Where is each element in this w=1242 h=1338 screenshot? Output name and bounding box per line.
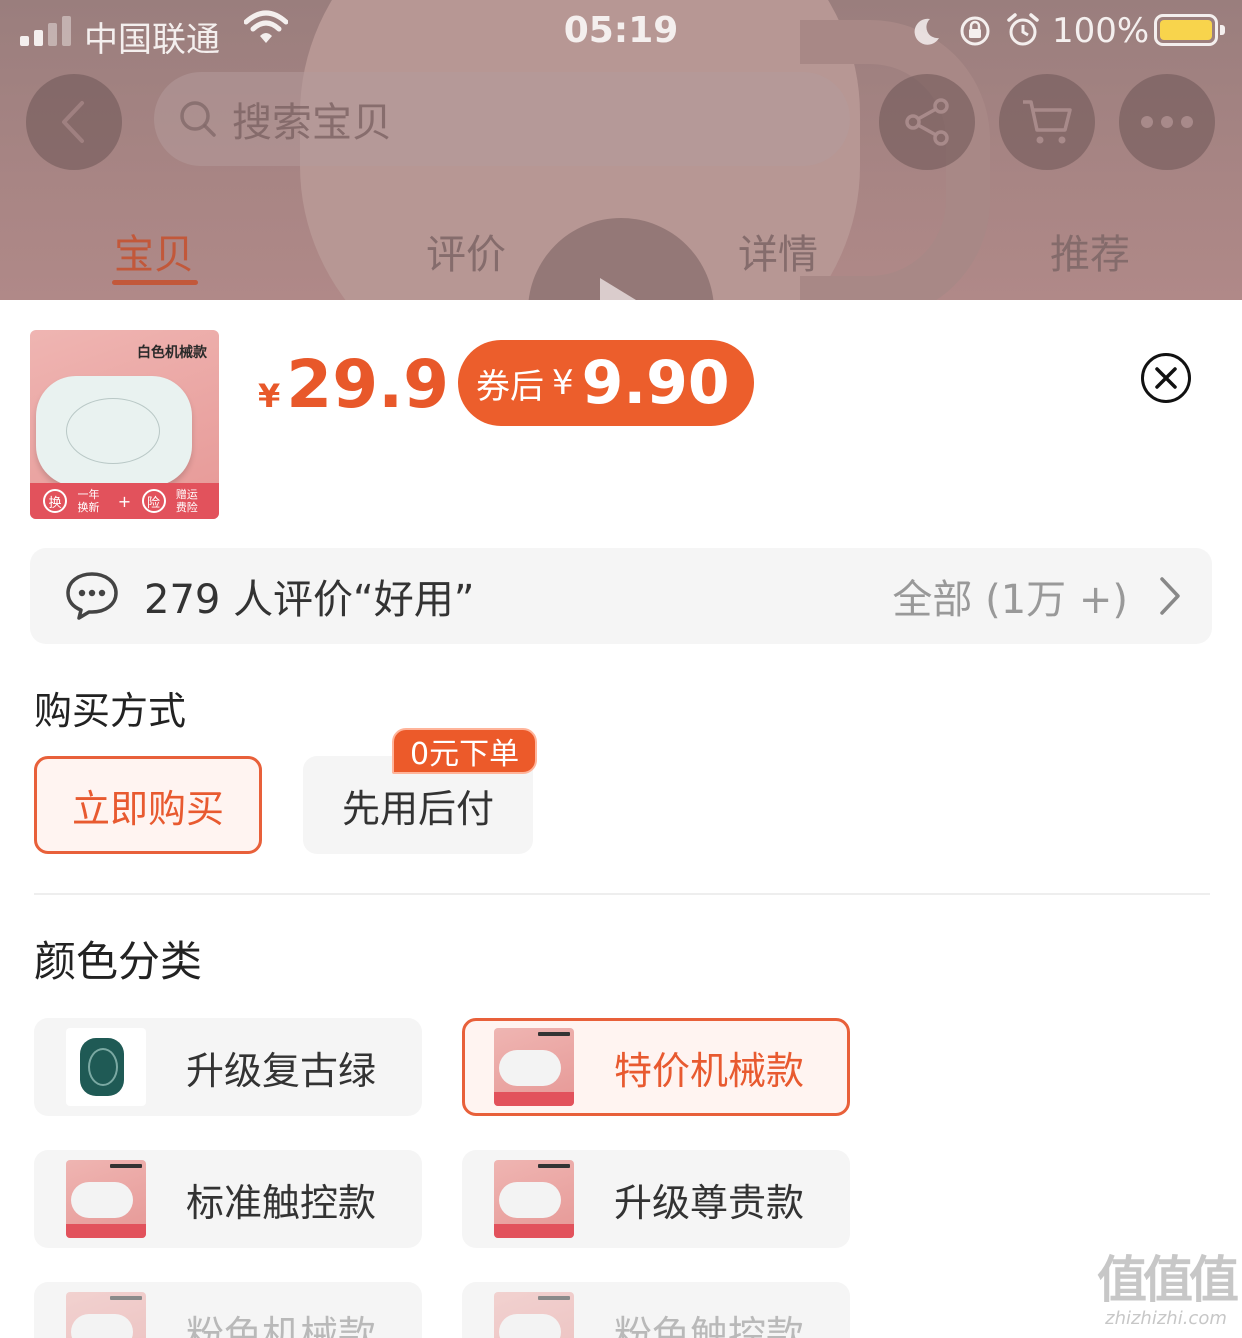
variant-standard-touch[interactable]: 标准触控款 [34,1150,422,1248]
variant-special-mechanical[interactable]: 特价机械款 [462,1018,850,1116]
variant-premium[interactable]: 升级尊贵款 [462,1150,850,1248]
variant-label: 标准触控款 [186,1180,377,1225]
thumb-caption: 白色机械款 [137,345,207,361]
share-button[interactable] [879,74,975,170]
variant-label: 升级尊贵款 [614,1180,805,1225]
divider [34,893,1210,895]
battery-percent: 100% [1052,11,1150,51]
variant-label: 粉色机械款 [186,1312,377,1338]
variant-thumbnail [494,1292,574,1338]
search-placeholder: 搜索宝贝 [232,100,392,146]
color-category-title: 颜色分类 [34,937,203,986]
tab-bar: 宝贝 评价 详情 推荐 [0,210,1242,290]
thumb-service-strip: 换 一年换新 + 险 赠运费险 [30,483,219,519]
tab-recommend[interactable]: 推荐 [1050,222,1130,280]
variant-label: 特价机械款 [614,1048,805,1093]
tab-details[interactable]: 详情 [738,222,818,280]
variant-pink-touch[interactable]: 粉色触控款 [462,1282,850,1338]
variant-thumbnail [66,1292,146,1338]
tab-item[interactable]: 宝贝 [114,222,194,280]
coupon-price-badge: 券后 ¥ 9.90 [458,340,754,426]
rotation-lock-icon [960,16,990,46]
search-icon [180,101,216,137]
alarm-icon [1007,13,1039,46]
purchase-method-title: 购买方式 [34,689,187,733]
variant-retro-green[interactable]: 升级复古绿 [34,1018,422,1116]
sku-sheet: 白色机械款 换 一年换新 + 险 赠运费险 ¥ 29.9 券后 ¥ 9.90 2… [0,300,1242,1338]
close-icon[interactable] [1140,352,1192,404]
chat-bubble-icon [66,572,118,620]
variant-thumbnail [494,1028,574,1106]
back-button[interactable] [26,74,122,170]
product-video-background: 中国联通 05:19 100% 搜索宝贝 宝贝 评价 详情 推荐 [0,0,1242,300]
cart-icon [1023,100,1072,144]
variant-pink-mechanical[interactable]: 粉色机械款 [34,1282,422,1338]
search-bar[interactable]: 搜索宝贝 [154,72,850,166]
cart-button[interactable] [999,74,1095,170]
tab-reviews[interactable]: 评价 [426,222,506,280]
moon-icon [914,18,939,45]
site-watermark: 值值值 zhizhizhi.com [1097,1251,1239,1329]
variant-thumbnail [66,1028,146,1106]
variant-label: 升级复古绿 [186,1048,377,1093]
tab-active-indicator [112,280,198,285]
buy-now-option[interactable]: 立即购买 [34,756,262,854]
product-thumbnail[interactable]: 白色机械款 换 一年换新 + 险 赠运费险 [30,330,219,519]
share-icon [905,98,949,146]
status-bar: 中国联通 05:19 100% [0,0,1242,64]
variant-thumbnail [494,1160,574,1238]
more-icon [1141,116,1193,128]
zero-down-badge: 0元下单 [392,728,538,774]
chevron-right-icon [1160,577,1180,615]
review-summary-text: 279 人评价“好用” [144,577,475,623]
battery-icon [1154,14,1225,46]
back-icon [62,101,84,143]
variant-label: 粉色触控款 [614,1312,805,1338]
original-price: ¥ 29.9 [258,346,450,423]
review-summary-bar[interactable]: 279 人评价“好用” 全部 (1万 +) [30,548,1212,644]
more-button[interactable] [1119,74,1215,170]
variant-thumbnail [66,1160,146,1238]
all-reviews-link[interactable]: 全部 (1万 +) [892,567,1128,625]
